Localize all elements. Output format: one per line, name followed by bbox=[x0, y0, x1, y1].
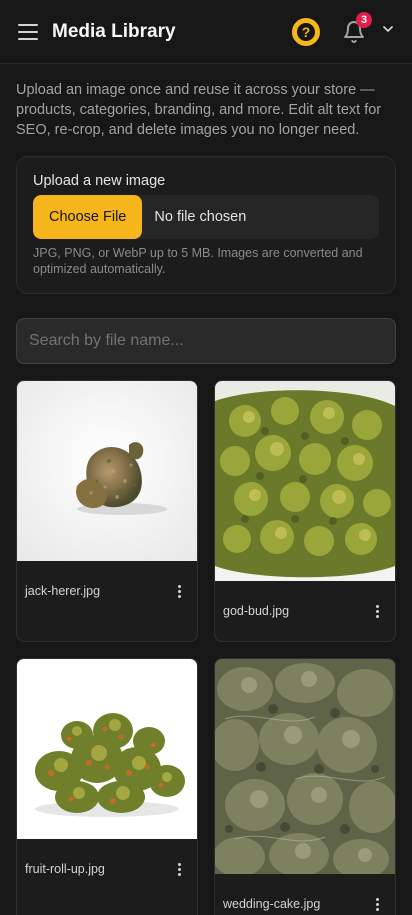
notification-badge: 3 bbox=[356, 11, 372, 28]
image-card[interactable]: fruit-roll-up.jpg bbox=[16, 658, 198, 915]
upload-hint: JPG, PNG, or WebP up to 5 MB. Images are… bbox=[33, 246, 363, 276]
account-dropdown[interactable] bbox=[380, 21, 396, 42]
file-status: No file chosen bbox=[154, 209, 247, 225]
page-title: Media Library bbox=[52, 20, 176, 42]
upload-label: Upload a new image bbox=[33, 173, 166, 189]
search-input[interactable] bbox=[29, 332, 383, 350]
choose-file-button[interactable]: Choose File bbox=[33, 195, 143, 239]
file-name: god-bud.jpg bbox=[223, 604, 290, 618]
help-icon: ? bbox=[295, 20, 317, 43]
card-footer: fruit-roll-up.jpg bbox=[17, 839, 197, 899]
main-content: Upload an image once and reuse it across… bbox=[0, 64, 412, 915]
image-thumbnail[interactable] bbox=[17, 659, 197, 839]
upload-card: Upload a new image Choose File No file c… bbox=[16, 156, 396, 294]
more-options-icon[interactable] bbox=[169, 581, 189, 601]
image-grid: jack-herer.jpg god-bud.jpg fruit-roll-up… bbox=[16, 380, 396, 915]
card-footer: wedding-cake.jpg bbox=[215, 874, 395, 915]
chevron-down-icon bbox=[383, 26, 393, 32]
image-card[interactable]: jack-herer.jpg bbox=[16, 380, 198, 642]
help-button[interactable]: ? bbox=[292, 17, 320, 46]
image-thumbnail[interactable] bbox=[215, 381, 395, 581]
image-thumbnail[interactable] bbox=[215, 659, 395, 874]
menu-icon[interactable] bbox=[16, 20, 40, 44]
intro-text: Upload an image once and reuse it across… bbox=[16, 82, 382, 138]
file-name: fruit-roll-up.jpg bbox=[25, 862, 105, 876]
image-thumbnail[interactable] bbox=[17, 381, 197, 561]
more-options-icon[interactable] bbox=[367, 894, 387, 914]
top-bar: Media Library ? 3 bbox=[0, 0, 412, 64]
search-field[interactable] bbox=[16, 318, 396, 364]
notifications-button[interactable]: 3 bbox=[342, 11, 372, 44]
file-name: wedding-cake.jpg bbox=[223, 897, 321, 911]
more-options-icon[interactable] bbox=[169, 859, 189, 879]
image-card[interactable]: wedding-cake.jpg bbox=[214, 658, 396, 915]
more-options-icon[interactable] bbox=[367, 601, 387, 621]
card-footer: god-bud.jpg bbox=[215, 581, 395, 641]
image-card[interactable]: god-bud.jpg bbox=[214, 380, 396, 642]
card-footer: jack-herer.jpg bbox=[17, 561, 197, 621]
file-name: jack-herer.jpg bbox=[25, 584, 101, 598]
file-input[interactable]: Choose File No file chosen bbox=[33, 195, 379, 239]
